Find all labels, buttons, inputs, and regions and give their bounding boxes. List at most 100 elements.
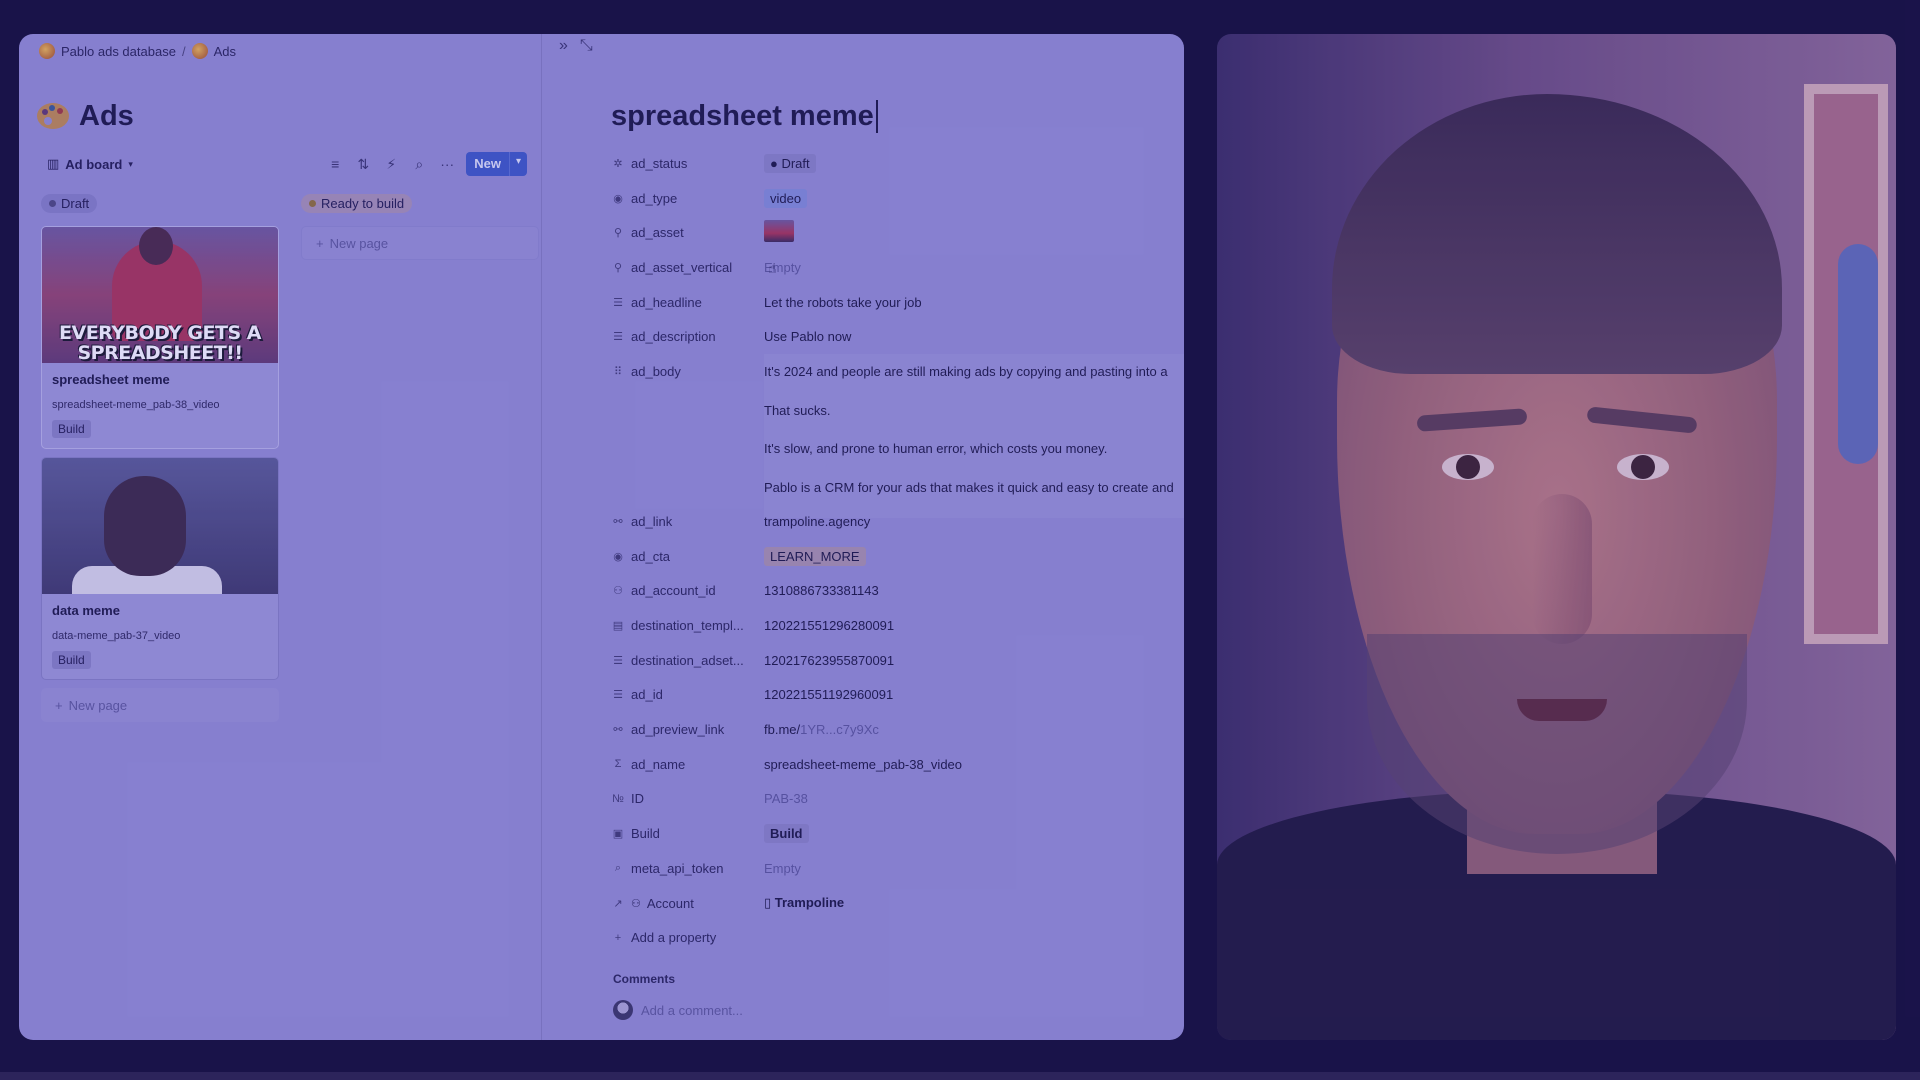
text-lines-icon: ☰ — [613, 296, 623, 309]
preview-link-value[interactable]: fb.me/1YR...c7y9Xc — [764, 722, 1184, 737]
palette-icon — [191, 43, 208, 59]
property-name[interactable]: ad_preview_link — [631, 722, 724, 737]
property-name[interactable]: ad_name — [631, 757, 685, 772]
card-cover-image: EVERYBODY GETS A SPREADSHEET!! — [42, 227, 278, 363]
nose — [1532, 494, 1592, 644]
property-name[interactable]: ad_id — [631, 687, 663, 702]
ad-name-value: spreadsheet-meme_pab-38_video — [764, 756, 963, 772]
new-page-label: New page — [68, 697, 128, 713]
webcam-feed — [1217, 34, 1896, 1040]
property-name[interactable]: destination_adset... — [631, 653, 744, 668]
property-ad-asset-vertical: ⚲ ad_asset_vertical Empty — [611, 250, 1184, 285]
property-ad-account-id: ⚇ ad_account_id 1310886733381143 — [611, 574, 1184, 609]
drag-handle-icon[interactable]: ⠿ — [611, 365, 625, 378]
comment-input[interactable]: Add a comment... — [613, 1000, 743, 1020]
property-destination-template: ▤ destination_templ... 120221551296280091 — [611, 608, 1184, 643]
ad-body-line: It's slow, and prone to human error, whi… — [764, 441, 1108, 457]
number-sign-icon: № — [612, 792, 624, 805]
status-dot — [49, 200, 56, 207]
property-name[interactable]: ad_account_id — [631, 583, 716, 598]
chevron-down-icon: ▾ — [128, 158, 133, 169]
ad-body-value[interactable]: It's 2024 and people are still making ad… — [764, 354, 1184, 519]
asset-thumbnail[interactable] — [764, 220, 794, 243]
chevron-down-icon[interactable]: ▾ — [508, 152, 527, 176]
property-ad-name: Σad_name spreadsheet-meme_pab-38_video — [611, 747, 1184, 782]
breadcrumb-database[interactable]: Pablo ads database — [61, 44, 176, 59]
property-ad-description: ☰ ad_description Use Pablo now — [611, 319, 1184, 354]
ad-id-value[interactable]: 120221551192960091 — [764, 687, 1184, 702]
destination-adset-value[interactable]: 120217623955870091 — [764, 653, 1184, 668]
property-name[interactable]: ad_type — [631, 191, 677, 206]
property-destination-adset: ☰ destination_adset... 120217623955870091 — [611, 643, 1184, 678]
status-icon: ✲ — [613, 157, 623, 170]
new-button[interactable]: New ▾ — [466, 152, 527, 176]
text-lines-icon: ☰ — [613, 654, 623, 667]
text-lines-icon: ☰ — [613, 689, 623, 702]
view-toolbar: ▥ Ad board ▾ ≡ ⇅ ⚡ ⌕ ··· New ▾ — [47, 151, 527, 177]
breadcrumb-page[interactable]: Ads — [214, 44, 236, 59]
build-button[interactable]: Build — [764, 824, 809, 844]
property-ad-asset: ⚲ ad_asset — [611, 215, 1184, 250]
cta-chip[interactable]: LEARN_MORE — [764, 546, 866, 566]
palette-icon — [37, 103, 69, 129]
view-tab-ad-board[interactable]: ▥ Ad board ▾ — [47, 156, 133, 172]
property-name[interactable]: destination_templ... — [631, 618, 744, 633]
property-name[interactable]: ad_body — [631, 364, 681, 379]
account-id-value[interactable]: 1310886733381143 — [764, 583, 1184, 598]
board-card[interactable]: data meme data-meme_pab-37_video Build — [41, 457, 279, 680]
property-name[interactable]: ID — [631, 791, 644, 806]
empty-value[interactable]: Empty — [764, 861, 801, 876]
avatar — [613, 1000, 633, 1020]
automation-lightning-icon[interactable]: ⚡ — [382, 156, 400, 173]
detail-title[interactable]: spreadsheet meme — [611, 100, 878, 133]
new-page-button[interactable]: + New page — [41, 688, 279, 722]
board-panel: Pablo ads database / Ads Ads ▥ Ad board … — [19, 34, 542, 1040]
card-title: data meme — [52, 603, 120, 618]
property-name[interactable]: ad_asset_vertical — [631, 260, 732, 275]
board-card[interactable]: EVERYBODY GETS A SPREADSHEET!! spreadshe… — [41, 226, 279, 449]
select-icon: ◉ — [613, 550, 623, 563]
property-list: ✲ ad_status ● Draft ◉ ad_type video ⚲ ad_as… — [611, 146, 1184, 955]
page-title: Ads — [79, 100, 134, 132]
property-name[interactable]: ad_asset — [631, 225, 684, 240]
toolbar-actions: ≡ ⇅ ⚡ ⌕ ··· New ▾ — [326, 152, 527, 176]
property-name[interactable]: ad_status — [631, 156, 687, 171]
comment-placeholder[interactable]: Add a comment... — [641, 1003, 743, 1018]
new-page-button[interactable]: + New page — [301, 226, 539, 260]
status-value-chip[interactable]: ● Draft — [764, 153, 816, 173]
destination-template-value[interactable]: 120221551296280091 — [764, 618, 1184, 633]
view-tab-label: Ad board — [65, 156, 123, 172]
filter-icon[interactable]: ≡ — [326, 156, 344, 172]
account-relation-value[interactable]: ▯ Trampoline — [764, 895, 1184, 911]
property-name[interactable]: Build — [631, 826, 660, 841]
card-build-tag: Build — [52, 420, 91, 438]
breadcrumb-separator: / — [181, 43, 186, 59]
property-name[interactable]: ad_cta — [631, 549, 670, 564]
property-name[interactable]: ad_headline — [631, 295, 702, 310]
headline-value[interactable]: Let the robots take your job — [764, 295, 1184, 310]
card-build-tag: Build — [52, 651, 91, 669]
page-detail-panel: spreadsheet meme ✲ ad_status ● Draft ◉ ad_… — [542, 34, 1184, 1040]
property-ad-status: ✲ ad_status ● Draft — [611, 146, 1184, 181]
person-hair — [1332, 94, 1782, 374]
property-name[interactable]: ad_link — [631, 514, 672, 529]
attachment-icon: ⚲ — [613, 227, 623, 240]
notion-window: Pablo ads database / Ads Ads ▥ Ad board … — [19, 34, 1184, 1040]
mouse-cursor-icon: ☝ — [768, 260, 777, 276]
property-ad-id: ☰ ad_id 120221551192960091 — [611, 678, 1184, 713]
relation-arrow-icon: ↗ — [613, 897, 623, 910]
property-name[interactable]: ad_description — [631, 329, 716, 344]
people-icon: ⚇ — [631, 897, 641, 910]
search-icon[interactable]: ⌕ — [410, 156, 428, 173]
add-property-button[interactable]: + Add a property — [611, 920, 1184, 955]
property-name[interactable]: meta_api_token — [631, 861, 724, 876]
property-name[interactable]: Account — [647, 896, 694, 911]
description-value[interactable]: Use Pablo now — [764, 329, 1184, 344]
new-button-label[interactable]: New — [466, 152, 509, 176]
ad-link-value[interactable]: trampoline.agency — [764, 514, 1184, 529]
ad-type-chip[interactable]: video — [764, 188, 808, 208]
eye — [1442, 454, 1494, 480]
sort-icon[interactable]: ⇅ — [354, 156, 372, 173]
select-icon: ◉ — [613, 192, 623, 205]
more-options-icon[interactable]: ··· — [438, 156, 456, 172]
